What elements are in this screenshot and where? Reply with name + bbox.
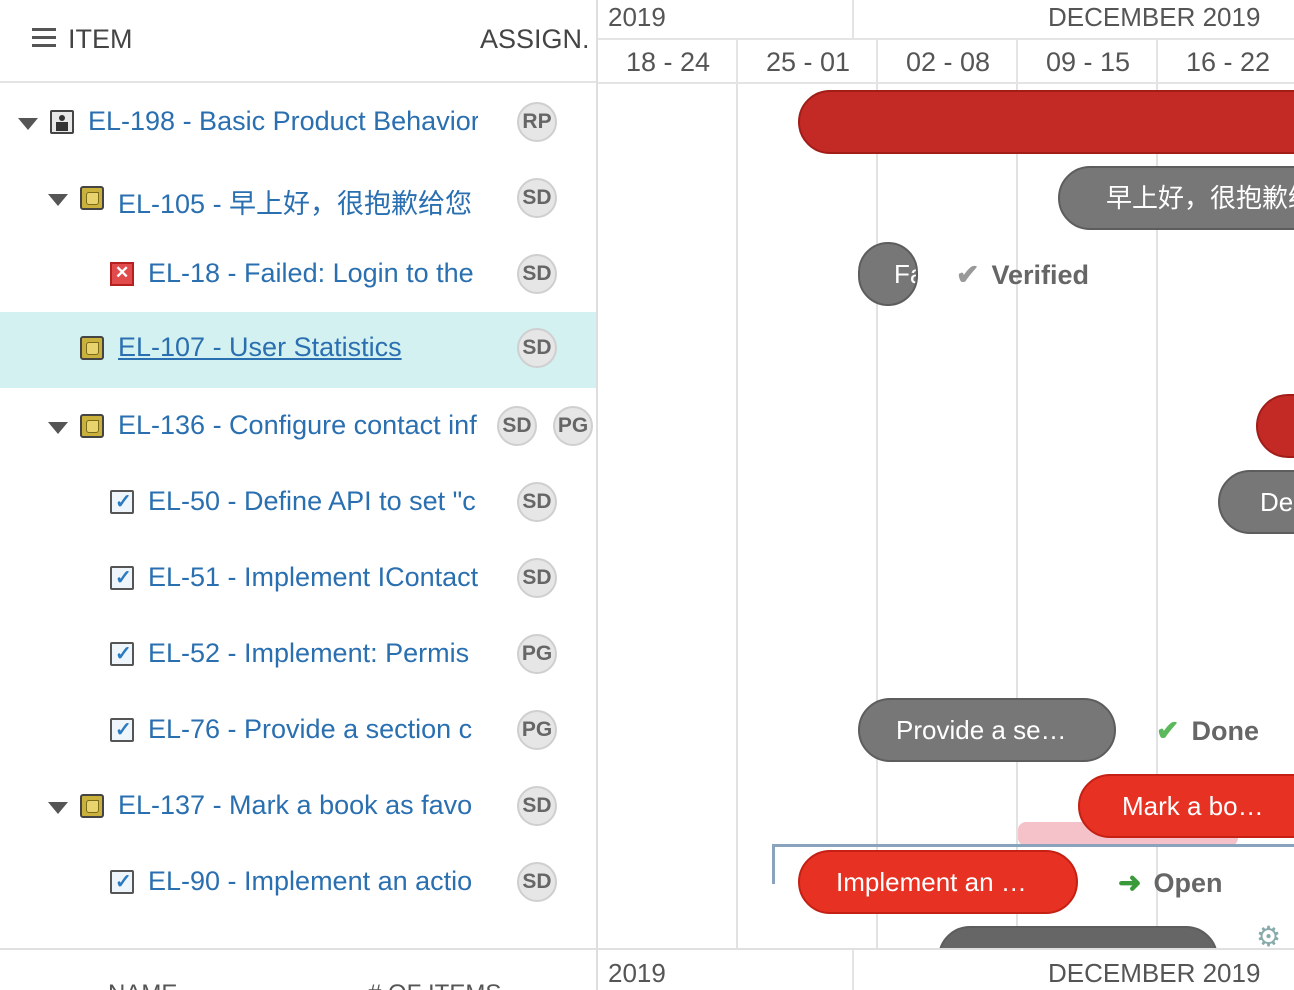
timeline-year-label: 2019 (608, 958, 666, 988)
tree-row[interactable]: EL-18 - Failed: Login to the SD (0, 238, 596, 314)
footer-name-label: NAME (108, 980, 177, 990)
assignee-avatar[interactable]: SD (517, 558, 557, 598)
column-header-item[interactable]: ITEM (68, 24, 133, 55)
item-title-link[interactable]: EL-18 - Failed: Login to the (148, 258, 478, 289)
item-title-link[interactable]: EL-137 - Mark a book as favo (118, 790, 478, 821)
task-item-icon (110, 717, 134, 742)
summary-footer: NAME # OF ITEMS (0, 948, 596, 990)
week-gridline (1016, 84, 1018, 948)
story-item-icon (80, 186, 104, 210)
task-item-icon (110, 565, 134, 590)
assignee-avatar[interactable]: SD (517, 254, 557, 294)
tree-row[interactable]: EL-52 - Implement: Permis PG (0, 618, 596, 694)
bug-item-icon (110, 262, 134, 286)
story-item-icon (80, 794, 104, 818)
week-label: 09 - 15 (1045, 47, 1131, 77)
checkmark-icon: ✔ (956, 259, 980, 290)
menu-icon[interactable] (32, 28, 56, 48)
status-verified: ✔ Verified (956, 259, 1090, 290)
timeline-header: 2019 DECEMBER 2019 18 - 24 25 - 01 02 - … (598, 0, 1294, 84)
item-title-link[interactable]: EL-90 - Implement an actio (148, 866, 478, 897)
task-item-icon (110, 641, 134, 666)
task-item-icon (110, 489, 134, 514)
gantt-timeline-panel: 2019 DECEMBER 2019 18 - 24 25 - 01 02 - … (598, 0, 1294, 990)
tree-row[interactable]: EL-90 - Implement an actio SD (0, 846, 596, 922)
item-title-link[interactable]: EL-52 - Implement: Permis (148, 638, 478, 669)
tree-row[interactable]: EL-136 - Configure contact info SD PG (0, 390, 596, 466)
item-title-link[interactable]: EL-51 - Implement IContact (148, 562, 478, 593)
collapse-arrow-icon[interactable] (18, 118, 38, 130)
story-item-icon (80, 414, 104, 438)
assignee-avatar[interactable]: SD (517, 482, 557, 522)
timeline-footer: 2019 DECEMBER 2019 (598, 948, 1294, 990)
assignee-avatar[interactable]: PG (517, 634, 557, 674)
story-item-icon (80, 336, 104, 360)
gantt-bar-el105[interactable]: 早上好，很抱歉给 (1058, 166, 1294, 230)
tree-row[interactable]: EL-50 - Define API to set "c SD (0, 466, 596, 542)
open-door-icon: ➜ (1118, 867, 1142, 898)
architecture-item-icon (50, 110, 74, 134)
column-header-assignee[interactable]: ASSIGN. (480, 24, 590, 55)
item-title-link[interactable]: EL-76 - Provide a section c (148, 714, 478, 745)
assignee-avatar[interactable]: RP (517, 102, 557, 142)
week-label: 18 - 24 (625, 47, 711, 77)
week-label: 16 - 22 (1185, 47, 1271, 77)
tree-header: ITEM ASSIGN. (0, 0, 596, 83)
checkmark-icon: ✔ (1156, 715, 1180, 746)
tree-row[interactable]: EL-198 - Basic Product Behavior RP (0, 86, 596, 162)
tree-row-selected[interactable]: EL-107 - User Statistics SD (0, 312, 596, 388)
task-item-icon (110, 869, 134, 894)
status-open: ➜ Open (1118, 867, 1223, 898)
gantt-bar-el76[interactable]: Provide a se… (858, 698, 1116, 762)
assignee-avatar[interactable]: SD (517, 328, 557, 368)
timeline-month-label: DECEMBER 2019 (1048, 958, 1261, 988)
assignee-avatar[interactable]: SD (497, 406, 537, 446)
timeline-year-label: 2019 (608, 2, 666, 32)
item-title-link[interactable]: EL-136 - Configure contact info (118, 410, 478, 441)
item-title-link[interactable]: EL-198 - Basic Product Behavior (88, 106, 478, 137)
collapse-arrow-icon[interactable] (48, 422, 68, 434)
status-done: ✔ Done (1156, 715, 1259, 746)
week-label: 02 - 08 (905, 47, 991, 77)
item-title-link[interactable]: EL-105 - 早上好，很抱歉给您 (118, 182, 478, 221)
item-title-link[interactable]: EL-107 - User Statistics (118, 332, 478, 363)
week-label: 25 - 01 (765, 47, 851, 77)
assignee-avatar[interactable]: PG (553, 406, 593, 446)
gantt-bar-el198[interactable] (798, 90, 1294, 154)
tree-row[interactable]: EL-51 - Implement IContact SD (0, 542, 596, 618)
tree-row[interactable]: EL-76 - Provide a section c PG (0, 694, 596, 770)
gantt-bar-el136[interactable] (1256, 394, 1294, 458)
tree-row[interactable]: EL-105 - 早上好，很抱歉给您 SD (0, 162, 596, 238)
week-gridline (736, 84, 738, 948)
collapse-arrow-icon[interactable] (48, 194, 68, 206)
collapse-arrow-icon[interactable] (48, 802, 68, 814)
item-title-link[interactable]: EL-50 - Define API to set "c (148, 486, 478, 517)
gantt-bar-el18[interactable]: Fa (858, 242, 918, 306)
tree-row[interactable]: EL-137 - Mark a book as favo SD (0, 770, 596, 846)
assignee-avatar[interactable]: SD (517, 862, 557, 902)
footer-count-label: # OF ITEMS (368, 980, 501, 990)
assignee-avatar[interactable]: SD (517, 786, 557, 826)
assignee-avatar[interactable]: PG (517, 710, 557, 750)
gantt-bar-el50[interactable]: De (1218, 470, 1294, 534)
gantt-bar-el90[interactable]: Implement an … (798, 850, 1078, 914)
assignee-avatar[interactable]: SD (517, 178, 557, 218)
week-gridline (876, 84, 878, 948)
item-tree-panel: ITEM ASSIGN. EL-198 - Basic Product Beha… (0, 0, 596, 990)
gantt-bar-el137[interactable]: Mark a bo… (1078, 774, 1294, 838)
timeline-month-label: DECEMBER 2019 (1048, 2, 1261, 32)
